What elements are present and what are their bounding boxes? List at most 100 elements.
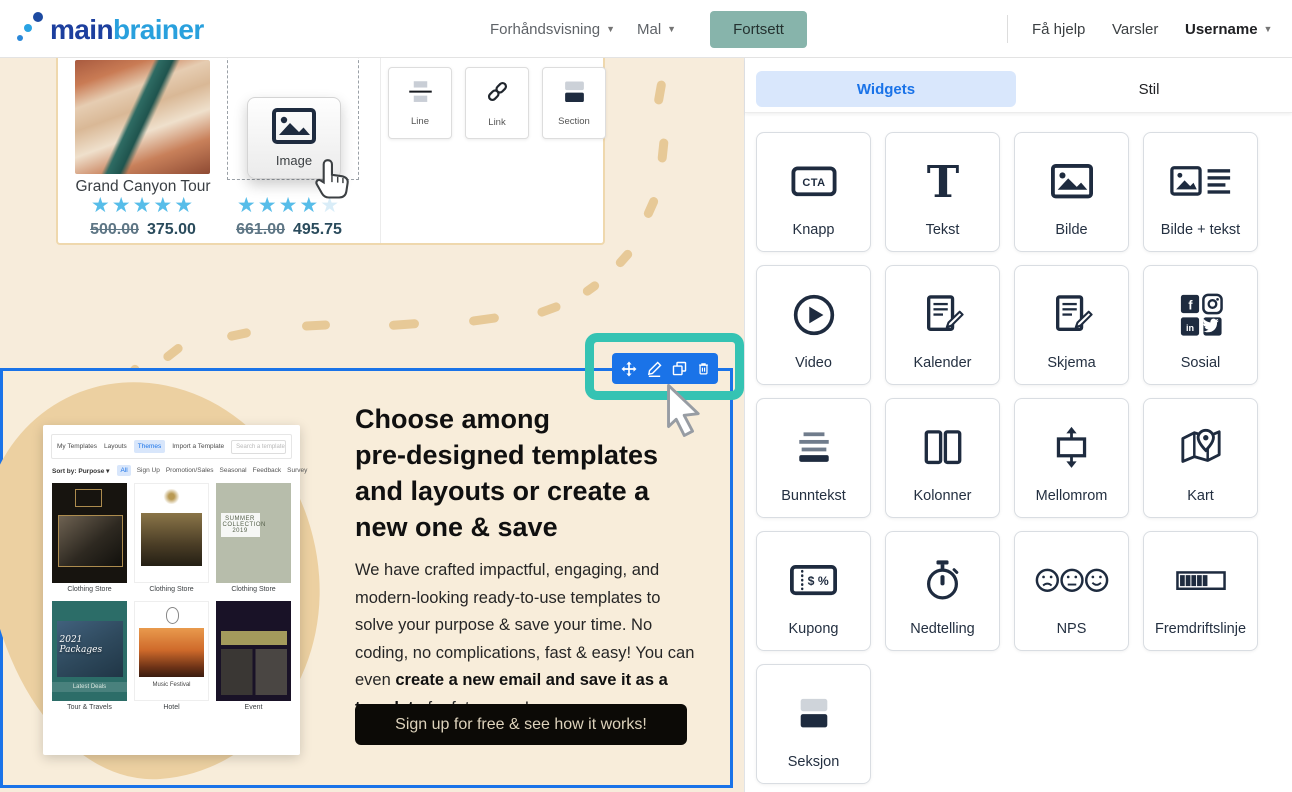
- template-thumb-cell: Clothing Store: [134, 483, 209, 593]
- sidebar-tabs: Widgets Stil: [745, 58, 1292, 113]
- link-icon: [484, 78, 511, 110]
- progress-icon: [1176, 532, 1226, 621]
- mini-widget-link[interactable]: Link: [465, 67, 529, 139]
- star-icon: ★: [237, 194, 258, 217]
- heading-line: pre-designed templates: [355, 437, 715, 473]
- browser-tab-themes[interactable]: Themes: [134, 440, 165, 453]
- menu-preview[interactable]: Forhåndsvisning▼: [490, 0, 615, 58]
- template-thumbnail-event[interactable]: [216, 601, 291, 701]
- thumb-overlay-text: 2021 Packages: [60, 635, 128, 655]
- template-thumb-cell: SUMMER COLLECTION 2019Clothing Store: [216, 483, 291, 593]
- browser-filter-promotion-sales[interactable]: Promotion/Sales: [166, 467, 214, 474]
- email-canvas: Grand Canyon Tour ★★★★★ ★★★★★ 500.00375.…: [0, 58, 744, 792]
- product-photo: [75, 60, 210, 174]
- browser-tab-layouts[interactable]: Layouts: [104, 443, 127, 450]
- widget-label: Tekst: [926, 222, 960, 238]
- new-price: 375.00: [147, 221, 196, 238]
- mini-widget-line[interactable]: Line: [388, 67, 452, 139]
- tab-widgets[interactable]: Widgets: [756, 71, 1016, 107]
- browser-filter-all[interactable]: All: [117, 465, 130, 476]
- widget-card-kart[interactable]: Kart: [1143, 398, 1258, 518]
- template-thumbnail-tour-travels[interactable]: 2021 PackagesLatest Deals: [52, 601, 127, 701]
- email-product-section[interactable]: Grand Canyon Tour ★★★★★ ★★★★★ 500.00375.…: [56, 58, 605, 245]
- trail-dash: [653, 80, 666, 105]
- widget-card-kolonner[interactable]: Kolonner: [885, 398, 1000, 518]
- template-thumbnail-clothing-store[interactable]: SUMMER COLLECTION 2019: [216, 483, 291, 583]
- menu-template[interactable]: Mal▼: [637, 0, 676, 58]
- widget-label: Kalender: [913, 355, 971, 371]
- columns-icon: [922, 399, 964, 488]
- mini-widget-label: Section: [558, 116, 590, 127]
- widget-label: Skjema: [1047, 355, 1095, 371]
- star-icon: ★: [91, 194, 112, 217]
- product-1-prices: 500.00 375.00: [58, 221, 228, 239]
- widget-card-video[interactable]: Video: [756, 265, 871, 385]
- browser-tab-my-templates[interactable]: My Templates: [57, 443, 97, 450]
- move-icon[interactable]: [620, 360, 638, 378]
- widget-card-kalender[interactable]: Kalender: [885, 265, 1000, 385]
- browser-search-input[interactable]: Search a template: [231, 440, 286, 454]
- footer-icon: [795, 399, 833, 488]
- tab-style[interactable]: Stil: [1016, 71, 1282, 107]
- product-2-prices: 661.00495.75: [204, 221, 374, 239]
- template-caption: Event: [216, 704, 291, 711]
- browser-filter-seasonal[interactable]: Seasonal: [220, 467, 247, 474]
- thumb-overlay-text: Music Festival: [135, 682, 208, 688]
- card-separator: [380, 58, 381, 243]
- svg-text:$ %: $ %: [808, 575, 829, 589]
- widget-card-kupong[interactable]: $ % Kupong: [756, 531, 871, 651]
- continue-button[interactable]: Fortsett: [710, 11, 807, 48]
- trail-dash: [162, 342, 185, 363]
- template-thumbnail-clothing-store[interactable]: [134, 483, 209, 583]
- help-link[interactable]: Få hjelp: [1032, 0, 1085, 58]
- widget-card-seksjon[interactable]: Seksjon: [756, 664, 871, 784]
- mini-widget-section[interactable]: Section: [542, 67, 606, 139]
- coupon-icon: $ %: [790, 532, 837, 621]
- template-browser-screenshot: My Templates Layouts Themes Import a Templa…: [43, 425, 300, 755]
- duplicate-icon[interactable]: [671, 360, 688, 377]
- widget-label: Bilde: [1055, 222, 1087, 238]
- navbar-divider: [1007, 15, 1008, 43]
- widget-card-nps[interactable]: NPS: [1014, 531, 1129, 651]
- mainbrainer-logo[interactable]: mainbrainer: [16, 11, 204, 47]
- widget-card-skjema[interactable]: Skjema: [1014, 265, 1129, 385]
- widget-label: Bilde + tekst: [1161, 222, 1240, 238]
- widget-card-bilde[interactable]: Bilde: [1014, 132, 1129, 252]
- image-icon: [1051, 133, 1093, 222]
- alerts-link[interactable]: Varsler: [1112, 0, 1158, 58]
- widget-card-bunntekst[interactable]: Bunntekst: [756, 398, 871, 518]
- widget-card-bilde-tekst[interactable]: Bilde + tekst: [1143, 132, 1258, 252]
- signup-cta-button[interactable]: Sign up for free & see how it works!: [355, 704, 687, 745]
- widget-label: Knapp: [793, 222, 835, 238]
- delete-icon[interactable]: [696, 361, 711, 376]
- sort-dropdown[interactable]: Sort by: Purpose ▾: [52, 467, 109, 475]
- trail-dash: [536, 301, 562, 318]
- browser-filter-sign-up[interactable]: Sign Up: [137, 467, 160, 474]
- selected-email-block[interactable]: My Templates Layouts Themes Import a Templa…: [0, 368, 733, 788]
- widget-card-tekst[interactable]: T Tekst: [885, 132, 1000, 252]
- browser-filter-feedback[interactable]: Feedback: [253, 467, 282, 474]
- widget-card-sosial[interactable]: finSosial: [1143, 265, 1258, 385]
- old-price: 500.00: [90, 221, 139, 238]
- widget-card-knapp[interactable]: CTAKnapp: [756, 132, 871, 252]
- section-mini-icon: [560, 79, 589, 110]
- widget-sidebar: Widgets Stil CTAKnapp T Tekst Bilde Bilde + …: [744, 58, 1292, 792]
- trail-dash: [469, 313, 500, 326]
- browser-filter-survey[interactable]: Survey: [287, 467, 307, 474]
- widget-card-mellomrom[interactable]: Mellomrom: [1014, 398, 1129, 518]
- svg-text:T: T: [926, 161, 959, 203]
- widget-label: Kupong: [789, 621, 839, 637]
- template-thumbnail-hotel[interactable]: Music Festival: [134, 601, 209, 701]
- widget-card-fremdriftslinje[interactable]: Fremdriftslinje: [1143, 531, 1258, 651]
- section-icon: [795, 665, 833, 754]
- svg-text:in: in: [1185, 322, 1193, 332]
- widget-card-nedtelling[interactable]: Nedtelling: [885, 531, 1000, 651]
- username-menu[interactable]: Username▼: [1185, 0, 1272, 58]
- star-icon: ★: [112, 194, 133, 217]
- cta-icon: CTA: [791, 133, 837, 222]
- product-1-stars: ★★★★★: [58, 195, 228, 217]
- browser-tab-import-a-template[interactable]: Import a Template: [172, 443, 224, 450]
- template-thumbnail-clothing-store[interactable]: [52, 483, 127, 583]
- edit-icon[interactable]: [646, 360, 663, 377]
- star-icon: ★: [279, 194, 300, 217]
